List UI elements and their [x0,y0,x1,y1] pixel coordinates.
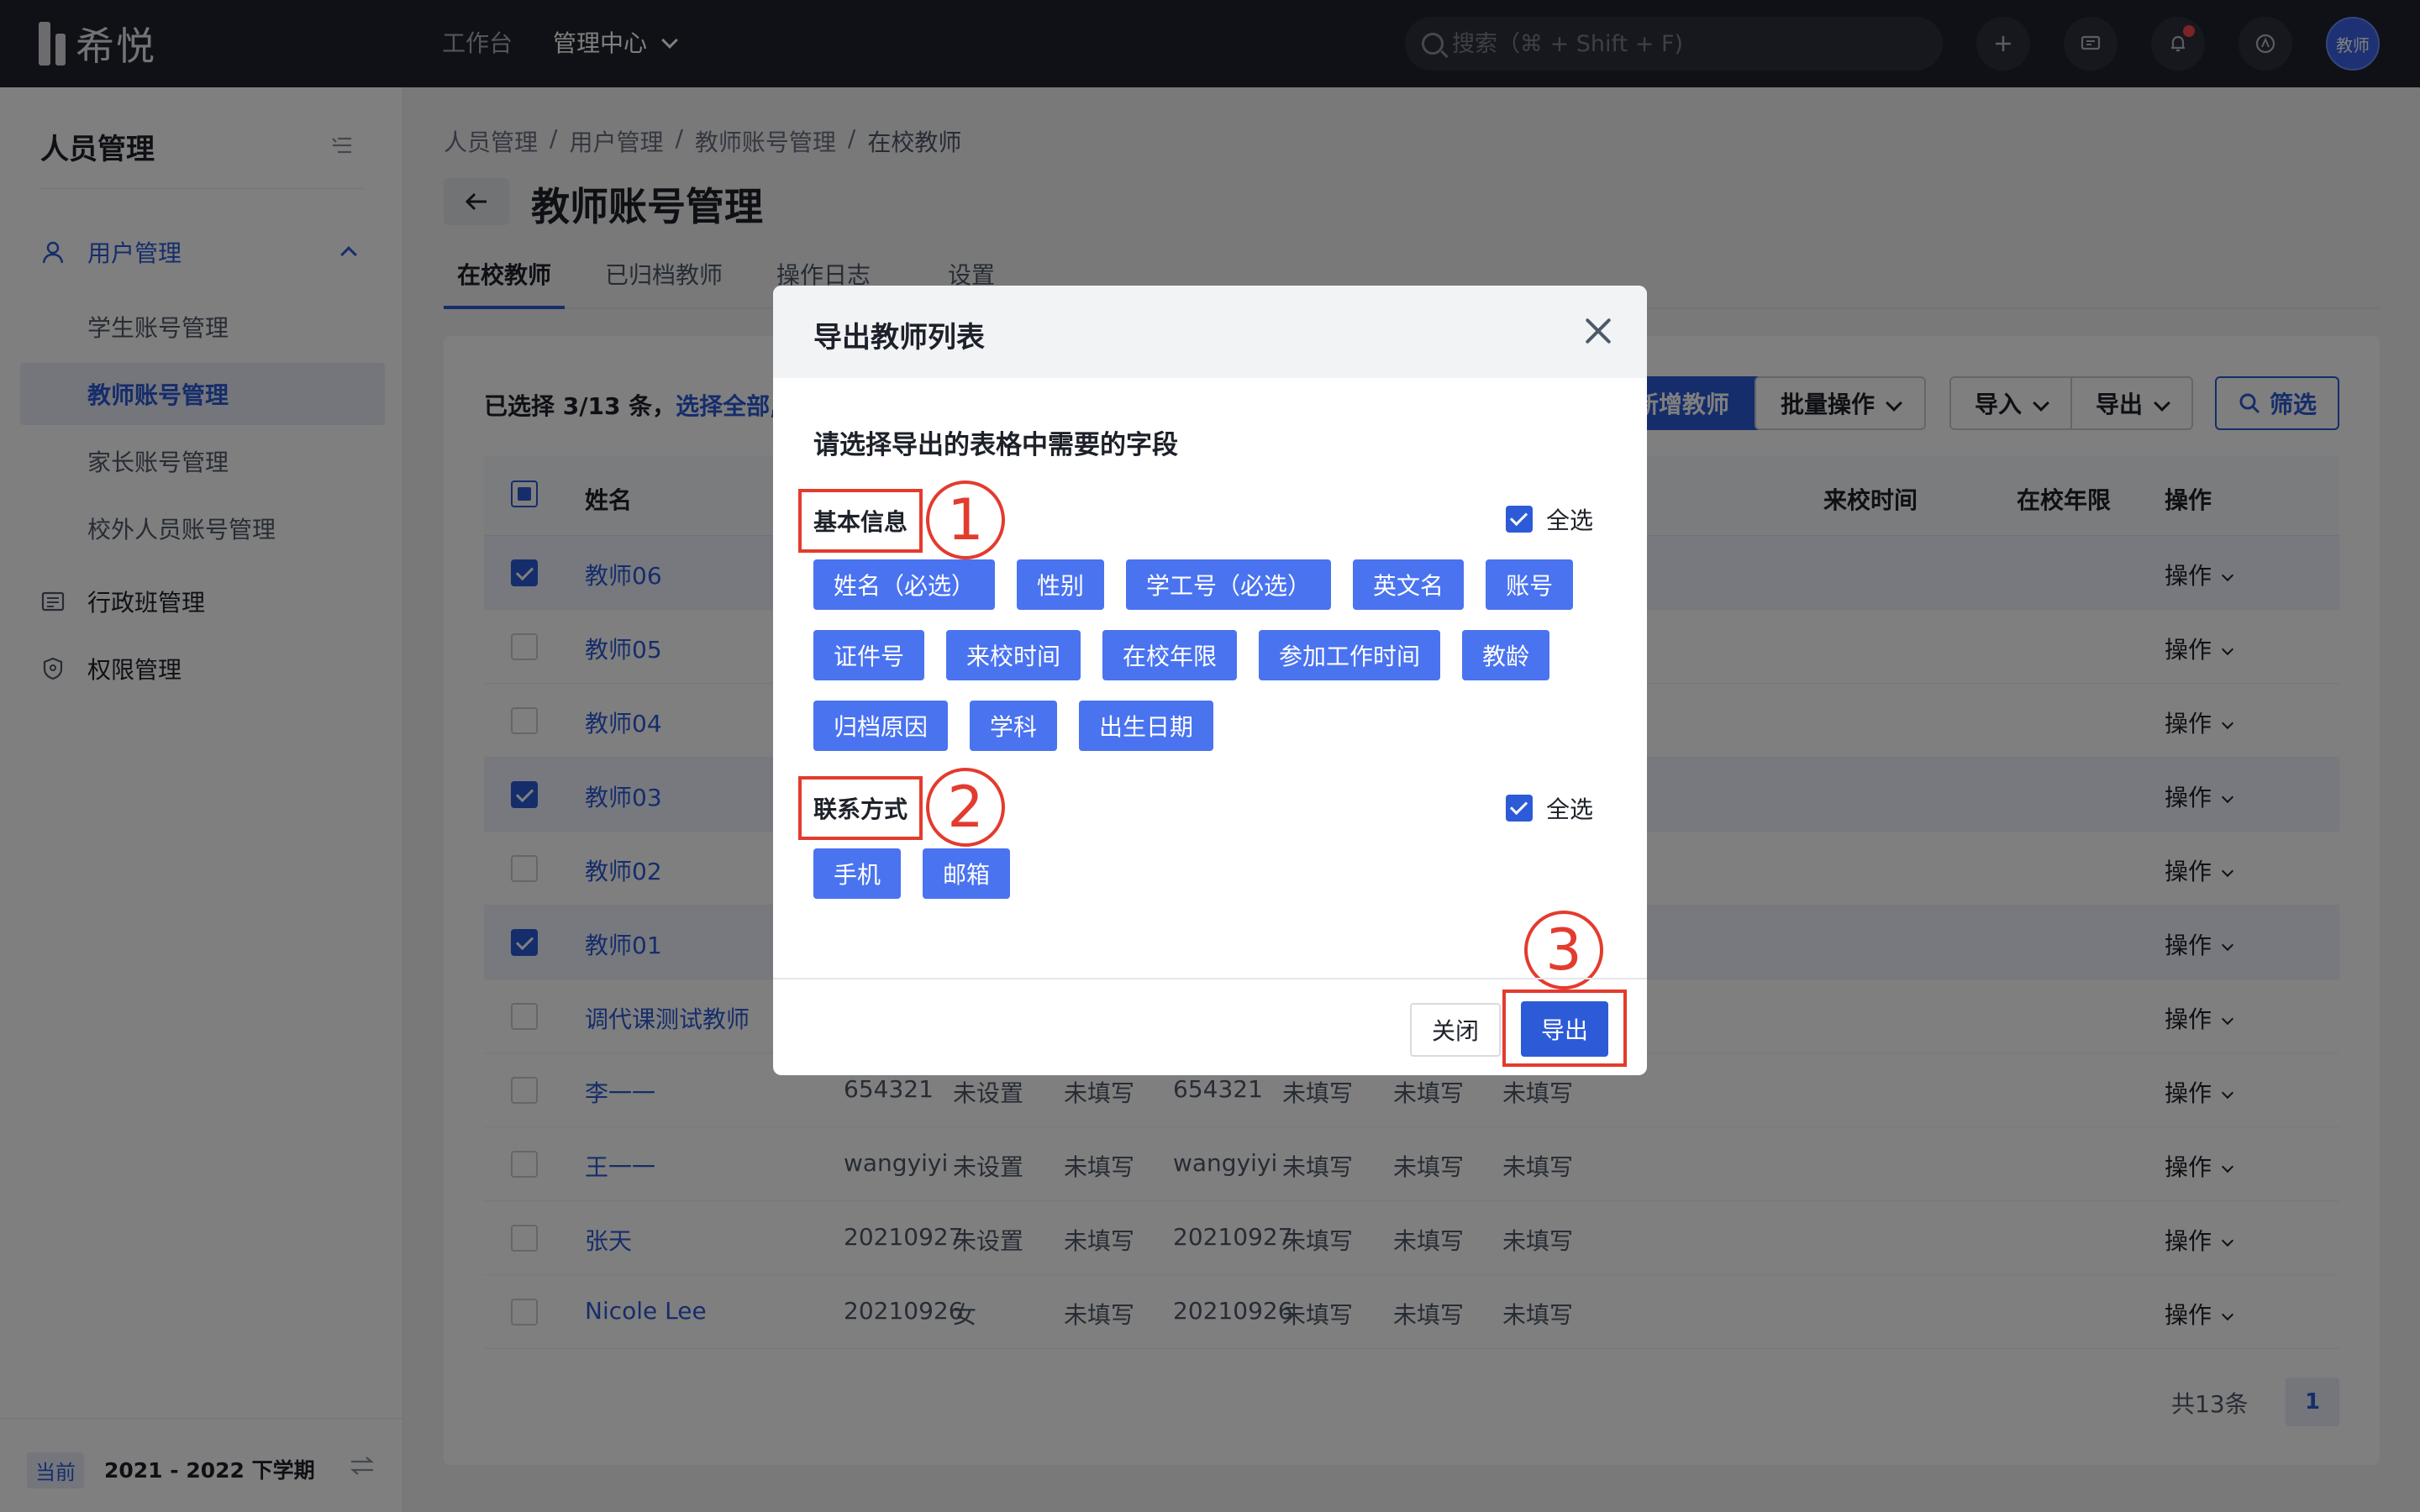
close-icon[interactable] [1583,316,1613,346]
field-chip[interactable]: 归档原因 [813,701,949,751]
select-all-label: 全选 [1546,507,1594,534]
dialog-subtitle: 请选择导出的表格中需要的字段 [813,430,1178,460]
contact-fields: 手机 邮箱 [813,848,1620,899]
select-all-contact[interactable]: 全选 [1506,791,1593,825]
section-label-contact: 联系方式 [798,776,923,840]
dialog-title: 导出教师列表 [813,321,985,354]
field-chip[interactable]: 参加工作时间 [1259,630,1441,680]
field-chip[interactable]: 姓名（必选） [813,559,996,610]
export-dialog: 导出教师列表 请选择导出的表格中需要的字段 基本信息 1 全选 姓名（必选） 性别… [773,286,1647,1075]
field-chip[interactable]: 手机 [813,848,902,899]
basic-info-fields: 姓名（必选） 性别 学工号（必选） 英文名 账号证件号 来校时间 在校年限 参加工作时间 教龄归… [813,559,1620,751]
dialog-header: 导出教师列表 [773,286,1647,378]
checkbox-checked-icon[interactable] [1506,795,1533,822]
field-chip[interactable]: 证件号 [813,630,925,680]
annotation-marker-1: 1 [926,480,1005,559]
field-chip[interactable]: 教龄 [1462,630,1550,680]
field-chip[interactable]: 邮箱 [923,848,1011,899]
field-chip[interactable]: 英文名 [1353,559,1465,610]
field-chip[interactable]: 在校年限 [1102,630,1238,680]
field-chip[interactable]: 账号 [1486,559,1574,610]
annotation-marker-2: 2 [926,768,1005,847]
field-chip[interactable]: 学工号（必选） [1126,559,1332,610]
export-confirm-button[interactable]: 导出 [1521,1001,1608,1057]
field-chip[interactable]: 来校时间 [946,630,1081,680]
select-all-label: 全选 [1546,795,1594,823]
checkbox-checked-icon[interactable] [1506,506,1533,533]
select-all-basic-info[interactable]: 全选 [1506,502,1593,536]
close-button[interactable]: 关闭 [1410,1003,1501,1057]
dialog-footer: 关闭 导出 [773,978,1647,1075]
field-chip[interactable]: 出生日期 [1079,701,1214,751]
field-chip[interactable]: 性别 [1017,559,1105,610]
field-chip[interactable]: 学科 [970,701,1058,751]
section-label-basic-info: 基本信息 [798,489,923,553]
